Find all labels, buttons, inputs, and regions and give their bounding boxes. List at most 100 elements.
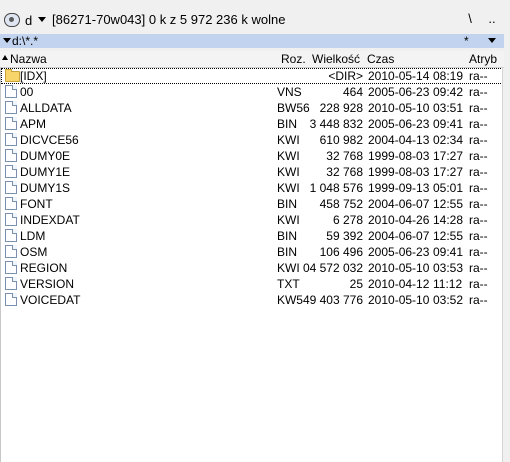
file-attributes: ra--: [469, 117, 488, 131]
file-row[interactable]: DUMY0E KWI 32 768 1999-08-03 ra-- 17:27: [1, 148, 503, 164]
file-icon: [5, 245, 17, 258]
file-size: 59 392: [326, 229, 363, 243]
file-attributes: ra--: [469, 133, 488, 147]
folder-icon: [5, 69, 20, 82]
file-time: 14:28: [433, 213, 464, 227]
path-bar: d:\*.* *: [0, 34, 504, 48]
drive-letter: d: [25, 12, 33, 28]
vertical-scrollbar[interactable]: [502, 68, 510, 462]
file-row[interactable]: [IDX] <DIR> 2010-05-14 ra-- 08:19: [1, 68, 503, 84]
file-name: VERSION: [20, 277, 75, 291]
drive-bar: d [86271-70w043] 0 k z 5 972 236 k wolne…: [0, 8, 510, 32]
file-attributes: ra--: [469, 261, 488, 275]
file-row[interactable]: VERSION TXT 25 2010-04-12 ra-- 11:12: [1, 276, 503, 292]
drive-selector[interactable]: d: [4, 11, 46, 29]
file-icon: [5, 101, 17, 114]
file-name: DUMY0E: [20, 149, 71, 163]
file-name: APM: [20, 117, 47, 131]
file-size: 464: [342, 85, 363, 99]
file-row[interactable]: DUMY1E KWI 32 768 1999-08-03 ra-- 17:27: [1, 164, 503, 180]
file-icon: [5, 181, 17, 194]
file-name: DUMY1E: [20, 165, 71, 179]
file-time: 09:42: [433, 85, 464, 99]
column-name[interactable]: Nazwa: [10, 52, 47, 66]
chevron-down-icon[interactable]: [488, 38, 496, 43]
file-list[interactable]: [IDX] <DIR> 2010-05-14 ra-- 08:19 00 VNS 464 200…: [0, 68, 504, 462]
file-icon: [5, 229, 17, 242]
file-row[interactable]: INDEXDAT KWI 6 278 2010-04-26 ra-- 14:28: [1, 212, 503, 228]
file-icon: [5, 149, 17, 162]
file-time: 03:53: [433, 261, 464, 275]
file-icon: [5, 197, 17, 210]
filter-label[interactable]: *: [464, 34, 469, 48]
file-name: [IDX]: [20, 69, 47, 83]
file-size: 3 448 832: [309, 117, 363, 131]
file-size: 32 768: [326, 149, 363, 163]
column-date[interactable]: Czas: [367, 52, 394, 66]
parent-dir-button[interactable]: ..: [484, 11, 500, 29]
file-attributes: ra--: [469, 85, 488, 99]
file-icon: [5, 261, 17, 274]
file-row[interactable]: VOICEDAT KW 549 403 776 2010-05-10 ra-- 03:52: [1, 292, 503, 308]
file-time: 11:12: [433, 277, 463, 291]
file-attributes: ra--: [469, 213, 488, 227]
column-size[interactable]: Wielkość: [312, 52, 360, 66]
file-name: OSM: [20, 245, 48, 259]
file-name: ALLDATA: [20, 101, 72, 115]
file-row[interactable]: FONT BIN 458 752 2004-06-07 ra-- 12:55: [1, 196, 503, 212]
file-row[interactable]: OSM BIN 106 496 2005-06-23 ra-- 09:41: [1, 244, 503, 260]
file-size: <DIR>: [328, 69, 363, 83]
file-attributes: ra--: [469, 277, 488, 291]
file-row[interactable]: DUMY1S KWI 1 048 576 1999-09-13 ra-- 05:01: [1, 180, 503, 196]
column-ext[interactable]: Roz.: [281, 52, 306, 66]
file-attributes: ra--: [469, 181, 488, 195]
file-time: 12:55: [433, 229, 464, 243]
chevron-down-icon[interactable]: [38, 17, 46, 22]
file-time: 05:01: [433, 181, 464, 195]
file-size: 549 403 776: [296, 293, 363, 307]
file-row[interactable]: LDM BIN 59 392 2004-06-07 ra-- 12:55: [1, 228, 503, 244]
file-time: 03:51: [433, 101, 464, 115]
file-time: 09:41: [433, 245, 464, 259]
file-row[interactable]: REGION KWI 04 572 032 2010-05-10 ra-- 03:53: [1, 260, 503, 276]
file-size: 6 278: [332, 213, 363, 227]
file-name: VOICEDAT: [20, 293, 81, 307]
file-row[interactable]: DICVCE56 KWI 610 982 2004-04-13 ra-- 02:34: [1, 132, 503, 148]
file-size: 04 572 032: [302, 261, 363, 275]
drive-icon: [4, 13, 20, 27]
file-row[interactable]: ALLDATA BW56 228 928 2010-05-10 ra-- 03:51: [1, 100, 503, 116]
file-name: LDM: [20, 229, 46, 243]
file-icon: [5, 165, 17, 178]
history-dropdown-icon[interactable]: [3, 38, 11, 43]
root-dir-button[interactable]: \: [462, 11, 478, 29]
file-name: INDEXDAT: [20, 213, 80, 227]
file-attributes: ra--: [469, 245, 488, 259]
file-size: 458 752: [319, 197, 363, 211]
file-name: DUMY1S: [20, 181, 71, 195]
file-time: 17:27: [433, 165, 464, 179]
file-name: DICVCE56: [20, 133, 79, 147]
column-attr[interactable]: Atryb: [469, 52, 497, 66]
file-icon: [5, 85, 17, 98]
file-size: 610 982: [319, 133, 363, 147]
file-time: 02:34: [433, 133, 464, 147]
file-size: 1 048 576: [309, 181, 363, 195]
file-icon: [5, 277, 17, 290]
column-header: Nazwa Roz. Wielkość Czas Atryb: [0, 51, 504, 68]
file-name: FONT: [20, 197, 53, 211]
file-row[interactable]: APM BIN 3 448 832 2005-06-23 ra-- 09:41: [1, 116, 503, 132]
file-time: 08:19: [433, 69, 464, 83]
file-name: 00: [20, 85, 34, 99]
current-path: d:\*.*: [12, 34, 39, 48]
file-row[interactable]: 00 VNS 464 2005-06-23 ra-- 09:42: [1, 84, 503, 100]
file-icon: [5, 117, 17, 130]
file-time: 17:27: [433, 149, 464, 163]
file-size: 25: [349, 277, 363, 291]
sort-ascending-icon: [2, 55, 8, 60]
file-attributes: ra--: [469, 101, 488, 115]
file-icon: [5, 293, 17, 306]
file-size: 106 496: [319, 245, 363, 259]
file-attributes: ra--: [469, 229, 488, 243]
file-attributes: ra--: [469, 293, 488, 307]
file-attributes: ra--: [469, 165, 488, 179]
